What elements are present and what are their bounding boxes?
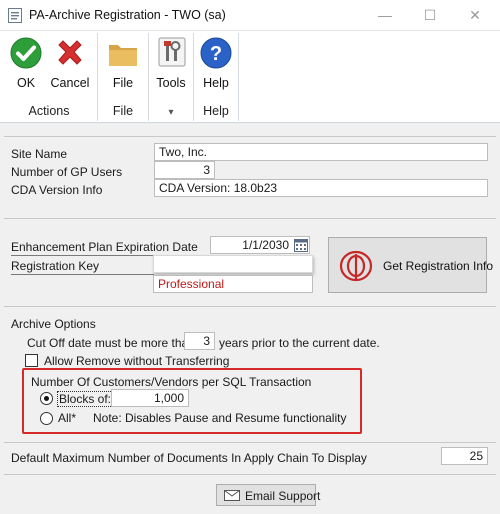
- tools-group-dropdown[interactable]: ▾: [152, 107, 190, 118]
- all-radio[interactable]: [40, 412, 53, 425]
- file-group-label: File: [112, 104, 134, 118]
- help-label: Help: [203, 76, 229, 90]
- svg-text:?: ?: [210, 43, 222, 65]
- ribbon-toolbar: OK Cancel Actions File File Tools ▾ ? He…: [0, 31, 500, 123]
- expiration-date-label: Enhancement Plan Expiration Date: [11, 240, 211, 256]
- maximize-button[interactable]: ☐: [420, 5, 440, 25]
- section-divider: [4, 136, 496, 137]
- gp-users-label: Number of GP Users: [11, 165, 123, 179]
- cutoff-years-field[interactable]: 3: [184, 332, 215, 350]
- ribbon-separator: [193, 33, 194, 121]
- allow-remove-checkbox[interactable]: [25, 354, 38, 367]
- actions-group-label: Actions: [28, 104, 70, 118]
- cancel-button[interactable]: Cancel: [48, 35, 92, 97]
- help-button[interactable]: ? Help: [196, 35, 236, 97]
- section-divider: [4, 442, 496, 443]
- red-x-icon: [58, 40, 82, 65]
- registration-key-field[interactable]: [153, 255, 313, 273]
- help-question-icon: ?: [200, 37, 232, 69]
- tools-label: Tools: [156, 76, 186, 90]
- ribbon-separator: [148, 33, 149, 121]
- allow-remove-label: Allow Remove without Transferring: [44, 354, 230, 368]
- cda-version-label: CDA Version Info: [11, 183, 103, 197]
- folder-icon: [109, 45, 137, 66]
- cutoff-prefix-label: Cut Off date must be more than: [27, 336, 195, 350]
- section-divider: [4, 474, 496, 475]
- archive-options-label: Archive Options: [11, 317, 96, 331]
- get-registration-info-label: Get Registration Info: [383, 259, 494, 273]
- check-icon: [10, 37, 42, 69]
- tools-button[interactable]: Tools: [152, 35, 190, 97]
- ribbon-separator: [97, 33, 98, 121]
- get-registration-info-button[interactable]: Get Registration Info: [328, 237, 493, 293]
- all-note: Note: Disables Pause and Resume function…: [93, 411, 347, 425]
- section-divider: [4, 306, 496, 307]
- help-group-label: Help: [203, 104, 229, 118]
- window-title: PA-Archive Registration - TWO (sa): [29, 8, 226, 22]
- email-icon: [224, 490, 240, 501]
- minimize-button[interactable]: —: [375, 5, 395, 25]
- ok-button[interactable]: OK: [6, 35, 46, 97]
- section-divider: [4, 218, 496, 219]
- ok-label: OK: [16, 76, 36, 90]
- all-label: All*: [58, 411, 77, 425]
- file-label: File: [112, 76, 134, 90]
- edition-value: Professional: [153, 275, 313, 293]
- calendar-icon[interactable]: [294, 238, 308, 252]
- site-name-label: Site Name: [11, 147, 68, 161]
- email-support-button[interactable]: Email Support: [216, 484, 320, 506]
- tools-icon: [158, 37, 186, 67]
- blocks-of-label: Blocks of:: [57, 391, 114, 407]
- sql-transaction-group-title: Number Of Customers/Vendors per SQL Tran…: [31, 375, 312, 389]
- red-logo-icon: [339, 250, 373, 282]
- registration-key-label: Registration Key: [11, 259, 154, 275]
- cutoff-suffix-label: years prior to the current date.: [219, 336, 380, 350]
- document-app-icon: [8, 8, 22, 23]
- apply-chain-field[interactable]: 25: [441, 447, 488, 465]
- gp-users-value: 3: [154, 161, 215, 179]
- close-button[interactable]: ✕: [465, 5, 485, 25]
- email-support-label: Email Support: [245, 489, 321, 503]
- ribbon-separator: [238, 33, 239, 121]
- apply-chain-label: Default Maximum Number of Documents In A…: [11, 451, 367, 465]
- blocks-of-radio[interactable]: [40, 392, 53, 405]
- site-name-value: Two, Inc.: [154, 143, 488, 161]
- cancel-label: Cancel: [50, 76, 90, 90]
- blocks-of-field[interactable]: 1,000: [111, 389, 189, 407]
- title-bar: PA-Archive Registration - TWO (sa) — ☐ ✕: [0, 0, 500, 31]
- file-button[interactable]: File: [102, 35, 144, 97]
- cda-version-value: CDA Version: 18.0b23: [154, 179, 488, 197]
